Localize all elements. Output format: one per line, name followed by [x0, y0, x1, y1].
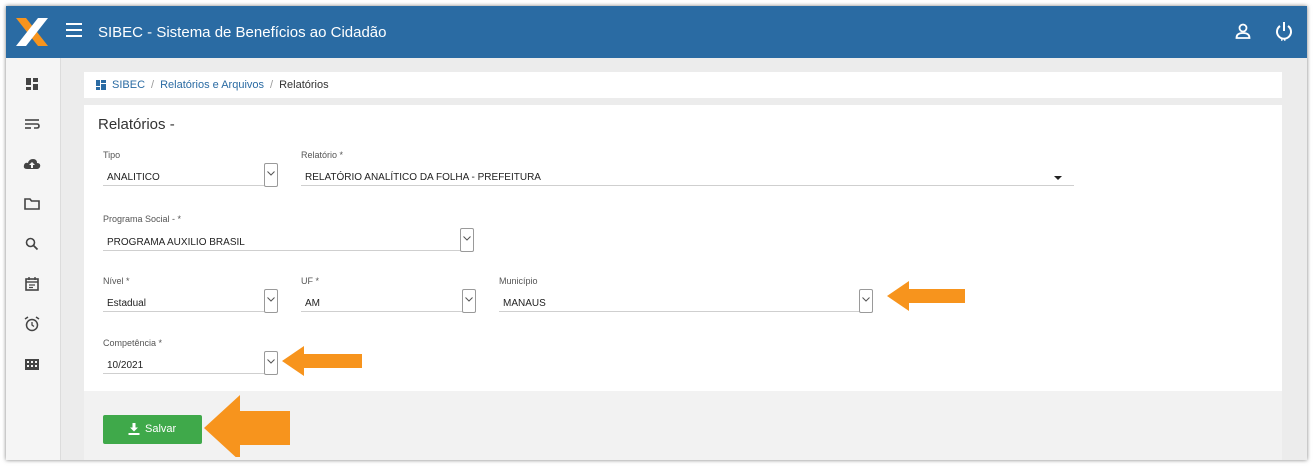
- relatorio-select[interactable]: RELATÓRIO ANALÍTICO DA FOLHA - PREFEITUR…: [301, 155, 1074, 186]
- chevron-down-icon: [460, 228, 474, 252]
- caixa-logo: [16, 18, 48, 46]
- menu-icon[interactable]: [66, 23, 82, 39]
- annotation-arrow-icon: [282, 346, 362, 376]
- breadcrumb: SIBEC / Relatórios e Arquivos / Relatórios: [84, 72, 1282, 98]
- nivel-select[interactable]: Estadual: [103, 281, 278, 313]
- tipo-value: ANALITICO: [107, 172, 160, 183]
- download-icon: [128, 423, 140, 435]
- app-window: SIBEC - Sistema de Benefícios ao Cidadão: [6, 6, 1307, 460]
- user-icon[interactable]: [1234, 22, 1252, 40]
- dashboard-icon: [96, 80, 106, 90]
- page-title: Relatórios -: [98, 116, 175, 133]
- breadcrumb-current: Relatórios: [279, 79, 329, 91]
- chevron-down-icon: [264, 351, 278, 375]
- annotation-arrow-icon: [204, 395, 290, 457]
- municipio-select[interactable]: MANAUS: [499, 281, 873, 313]
- calendar-icon[interactable]: [22, 274, 42, 294]
- list-wrap-icon[interactable]: [22, 114, 42, 134]
- chevron-down-icon: [264, 289, 278, 313]
- sidebar: [6, 58, 61, 460]
- programa-value: PROGRAMA AUXILIO BRASIL: [107, 237, 245, 248]
- municipio-value: MANAUS: [503, 298, 546, 309]
- chevron-down-icon: [264, 163, 278, 187]
- alarm-icon[interactable]: [22, 314, 42, 334]
- breadcrumb-link-sibec[interactable]: SIBEC: [112, 79, 145, 91]
- chevron-down-icon: [462, 289, 476, 313]
- building-icon[interactable]: [22, 354, 42, 374]
- save-button[interactable]: Salvar: [103, 415, 202, 444]
- app-title: SIBEC - Sistema de Benefícios ao Cidadão: [98, 24, 387, 41]
- top-bar: SIBEC - Sistema de Benefícios ao Cidadão: [6, 6, 1307, 58]
- breadcrumb-separator: /: [151, 79, 155, 91]
- report-form-card: Relatórios - Tipo ANALITICO Relatório * …: [84, 105, 1282, 460]
- competencia-value: 10/2021: [107, 360, 144, 371]
- nivel-value: Estadual: [107, 298, 146, 309]
- folder-icon[interactable]: [22, 194, 42, 214]
- annotation-arrow-icon: [887, 281, 965, 311]
- uf-value: AM: [305, 298, 320, 309]
- uf-select[interactable]: AM: [301, 281, 476, 313]
- search-icon[interactable]: [22, 234, 42, 254]
- cloud-upload-icon[interactable]: [22, 154, 42, 174]
- relatorio-value: RELATÓRIO ANALÍTICO DA FOLHA - PREFEITUR…: [305, 172, 541, 183]
- chevron-down-icon: [859, 289, 873, 313]
- dashboard-icon[interactable]: [22, 74, 42, 94]
- save-button-label: Salvar: [145, 423, 177, 435]
- tipo-select[interactable]: ANALITICO: [103, 155, 278, 187]
- breadcrumb-link-relatorios-arquivos[interactable]: Relatórios e Arquivos: [160, 79, 264, 91]
- competencia-select[interactable]: 10/2021: [103, 343, 278, 375]
- programa-select[interactable]: PROGRAMA AUXILIO BRASIL: [103, 220, 474, 252]
- breadcrumb-separator: /: [270, 79, 274, 91]
- caret-down-icon: [1054, 176, 1062, 180]
- power-icon[interactable]: [1274, 20, 1294, 42]
